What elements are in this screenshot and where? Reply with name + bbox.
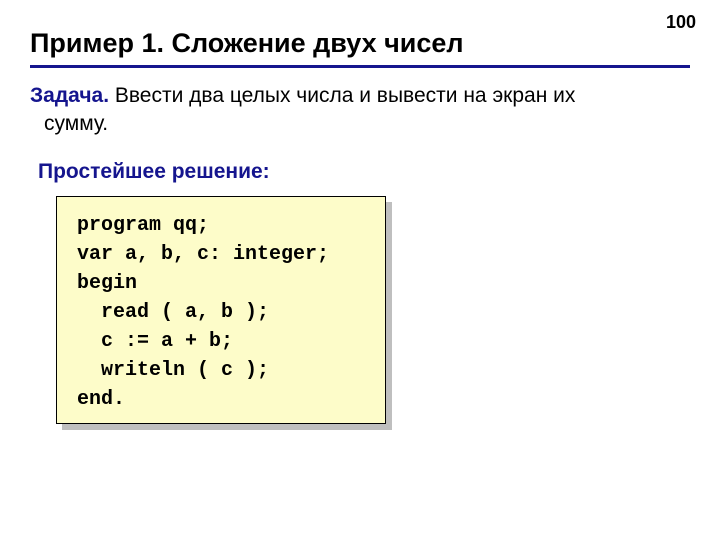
- code-block: program qq; var a, b, c: integer; begin …: [56, 196, 386, 424]
- task-text-line2: сумму.: [30, 110, 680, 138]
- subheading: Простейшее решение:: [38, 160, 270, 184]
- slide: 100 Пример 1. Сложение двух чисел Задача…: [0, 0, 720, 540]
- slide-title: Пример 1. Сложение двух чисел: [30, 28, 690, 68]
- code-box: program qq; var a, b, c: integer; begin …: [56, 196, 386, 424]
- task-paragraph: Задача. Ввести два целых числа и вывести…: [30, 82, 680, 139]
- code-text: program qq; var a, b, c: integer; begin …: [77, 211, 365, 414]
- task-text-line1: Ввести два целых числа и вывести на экра…: [109, 84, 575, 107]
- task-label: Задача.: [30, 84, 109, 107]
